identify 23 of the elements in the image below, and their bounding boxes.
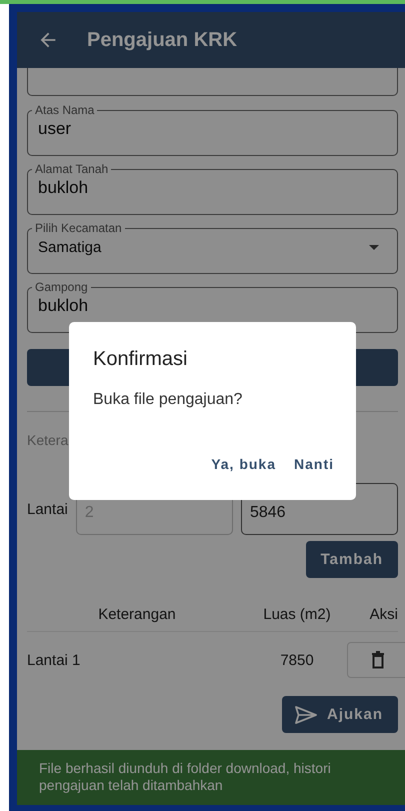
dropdown-field[interactable]: Pilih Kecamatan Samatiga bbox=[27, 222, 398, 274]
column-header: Keterangan bbox=[97, 606, 177, 623]
dialog-title: Konfirmasi bbox=[93, 348, 188, 371]
text-field[interactable]: Atas Nama user bbox=[27, 104, 398, 156]
section-label: Ketera bbox=[27, 432, 70, 448]
snackbar: File berhasil diunduh di folder download, histori pengajuan telah ditambahkan bbox=[17, 750, 405, 805]
text-field[interactable]: Alamat Tanah bukloh bbox=[27, 163, 398, 215]
text-field[interactable] bbox=[27, 68, 398, 96]
delete-button[interactable] bbox=[347, 642, 405, 678]
send-icon bbox=[294, 706, 317, 724]
trash-icon bbox=[371, 651, 385, 669]
dialog-action-button[interactable]: Nanti bbox=[288, 452, 334, 476]
submit-button[interactable]: Ajukan bbox=[282, 696, 398, 733]
dialog-message: Buka file pengajuan? bbox=[93, 391, 244, 409]
add-button[interactable]: Tambah bbox=[306, 541, 398, 578]
dialog-action-button[interactable]: Ya, buka bbox=[205, 452, 276, 476]
column-header: Luas (m2) bbox=[262, 606, 332, 623]
screen-title: Pengajuan KRK bbox=[87, 28, 238, 52]
floor-label: Lantai bbox=[27, 500, 68, 518]
table-cell-text: 7850 bbox=[279, 652, 315, 668]
column-header: Aksi bbox=[368, 606, 398, 623]
table-cell-text: Lantai 1 bbox=[27, 652, 82, 668]
dropdown-caret-icon bbox=[369, 244, 379, 250]
